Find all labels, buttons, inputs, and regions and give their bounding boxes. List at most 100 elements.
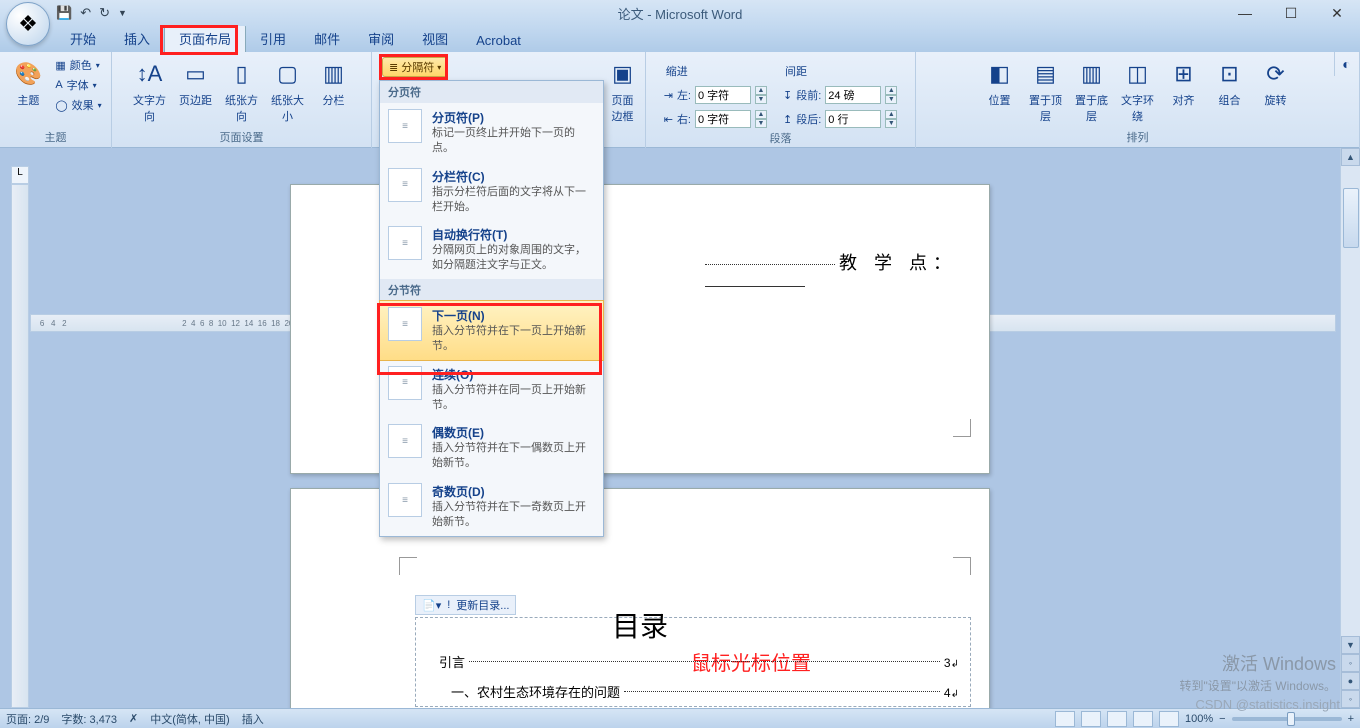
- dd-item[interactable]: ≡下一页(N)插入分节符并在下一页上开始新节。: [379, 300, 604, 361]
- indent-left-spinner[interactable]: ▲▼: [755, 86, 767, 104]
- dd-item[interactable]: ≡分页符(P)标记一页终止并开始下一页的点。: [380, 103, 603, 162]
- margins-icon: ▭: [180, 58, 212, 90]
- dd-item-desc: 插入分节符并在下一页上开始新节。: [432, 324, 595, 354]
- scroll-thumb[interactable]: [1343, 188, 1359, 248]
- margins-btn[interactable]: ▭页边距: [175, 56, 217, 110]
- tab-page-layout[interactable]: 页面布局: [164, 24, 246, 52]
- indent-left-input[interactable]: [695, 86, 751, 104]
- tab-selector[interactable]: L: [11, 166, 29, 184]
- office-icon: ❖: [18, 11, 38, 37]
- status-page[interactable]: 页面: 2/9: [6, 711, 49, 727]
- dd-item-title: 分栏符(C): [432, 168, 595, 185]
- text-direction-btn[interactable]: ↕A文字方向: [129, 56, 171, 126]
- tab-acrobat[interactable]: Acrobat: [462, 29, 535, 52]
- tab-insert[interactable]: 插入: [110, 25, 164, 52]
- theme-effects-btn[interactable]: ◯效果▾: [53, 96, 103, 114]
- zoom-level[interactable]: 100%: [1185, 713, 1213, 725]
- dd-item[interactable]: ≡奇数页(D)插入分节符并在下一奇数页上开始新节。: [380, 477, 603, 536]
- space-before-icon: ↧: [783, 89, 792, 102]
- breaks-button[interactable]: ≣分隔符▾: [382, 57, 448, 77]
- undo-icon[interactable]: ↶: [80, 5, 91, 21]
- columns-btn[interactable]: ▥分栏: [313, 56, 355, 110]
- align-btn[interactable]: ⊞对齐: [1163, 56, 1205, 110]
- themes-button[interactable]: 🎨主题: [7, 56, 49, 110]
- group-arrange-label: 排列: [922, 127, 1353, 148]
- status-mode[interactable]: 插入: [242, 711, 264, 727]
- scroll-down-btn[interactable]: ▼: [1341, 636, 1360, 654]
- tab-home[interactable]: 开始: [56, 25, 110, 52]
- dd-item-desc: 分隔网页上的对象周围的文字，如分隔题注文字与正文。: [432, 243, 595, 273]
- dd-item[interactable]: ≡偶数页(E)插入分节符并在下一偶数页上开始新节。: [380, 418, 603, 477]
- redo-icon[interactable]: ↻: [99, 5, 110, 21]
- tab-references[interactable]: 引用: [246, 25, 300, 52]
- position-label: 位置: [989, 92, 1011, 108]
- dd-item[interactable]: ≡自动换行符(T)分隔网页上的对象周围的文字，如分隔题注文字与正文。: [380, 220, 603, 279]
- dd-item-title: 分页符(P): [432, 109, 595, 126]
- bring-front-btn[interactable]: ▤置于顶层: [1025, 56, 1067, 126]
- minimize-button[interactable]: —: [1222, 0, 1268, 26]
- status-words[interactable]: 字数: 3,473: [61, 711, 117, 727]
- zoom-out-btn[interactable]: −: [1219, 713, 1225, 725]
- breaks-icon: ≣: [389, 61, 398, 74]
- scroll-up-btn[interactable]: ▲: [1341, 148, 1360, 166]
- office-button[interactable]: ❖: [6, 2, 50, 46]
- zoom-in-btn[interactable]: +: [1348, 713, 1354, 725]
- prev-page-btn[interactable]: ◦: [1341, 654, 1360, 672]
- next-page-btn[interactable]: ◦: [1341, 690, 1360, 708]
- dd-item-title: 偶数页(E): [432, 424, 595, 441]
- themes-icon: 🎨: [12, 58, 44, 90]
- vertical-ruler[interactable]: [11, 184, 29, 708]
- position-btn[interactable]: ◧ 位置: [979, 56, 1021, 110]
- doc-icon: 📄▾: [422, 599, 441, 612]
- status-bar: 页面: 2/9 字数: 3,473 ✗ 中文(简体, 中国) 插入 100% −…: [0, 708, 1360, 728]
- qat-dropdown-icon[interactable]: ▼: [118, 8, 127, 18]
- page-border-btn[interactable]: ▣页面 边框: [602, 56, 644, 126]
- close-button[interactable]: ✕: [1314, 0, 1360, 26]
- group-arrange: ◧ 位置 ▤置于顶层 ▥置于底层 ◫文字环绕 ⊞对齐 ⊡组合 ⟳旋转 排列: [916, 52, 1360, 148]
- maximize-button[interactable]: ☐: [1268, 0, 1314, 26]
- size-icon: ▢: [272, 58, 304, 90]
- draft-view-btn[interactable]: [1159, 711, 1179, 727]
- outline-view-btn[interactable]: [1133, 711, 1153, 727]
- spacing-header: 间距: [783, 62, 897, 80]
- toc-entry-2: 一、农村生态环境存在的问题4↲: [451, 682, 959, 701]
- web-view-btn[interactable]: [1107, 711, 1127, 727]
- space-before-spinner[interactable]: ▲▼: [885, 86, 897, 104]
- group-btn[interactable]: ⊡组合: [1209, 56, 1251, 110]
- position-icon: ◧: [984, 58, 1016, 90]
- tab-view[interactable]: 视图: [408, 25, 462, 52]
- group-page-setup: ↕A文字方向 ▭页边距 ▯纸张方向 ▢纸张大小 ▥分栏 页面设置: [112, 52, 372, 148]
- space-after-input[interactable]: [825, 110, 881, 128]
- fullscreen-view-btn[interactable]: [1081, 711, 1101, 727]
- print-layout-view-btn[interactable]: [1055, 711, 1075, 727]
- dd-item[interactable]: ≡连续(O)插入分节符并在同一页上开始新节。: [380, 360, 603, 419]
- size-btn[interactable]: ▢纸张大小: [267, 56, 309, 126]
- theme-fonts-btn[interactable]: A字体▾: [53, 76, 103, 94]
- send-back-btn[interactable]: ▥置于底层: [1071, 56, 1113, 126]
- tab-mailings[interactable]: 邮件: [300, 25, 354, 52]
- rotate-label: 旋转: [1265, 92, 1287, 108]
- dd-item[interactable]: ≡分栏符(C)指示分栏符后面的文字将从下一栏开始。: [380, 162, 603, 221]
- zoom-thumb[interactable]: [1287, 712, 1295, 726]
- space-after-spinner[interactable]: ▲▼: [885, 110, 897, 128]
- toc-smart-tag[interactable]: 📄▾!更新目录...: [415, 595, 516, 615]
- tab-review[interactable]: 审阅: [354, 25, 408, 52]
- save-icon[interactable]: 💾: [56, 5, 72, 21]
- theme-colors-btn[interactable]: ▦颜色▾: [53, 56, 103, 74]
- indent-right-input[interactable]: [695, 110, 751, 128]
- zoom-slider[interactable]: [1232, 717, 1342, 721]
- text-wrap-btn[interactable]: ◫文字环绕: [1117, 56, 1159, 126]
- orientation-btn[interactable]: ▯纸张方向: [221, 56, 263, 126]
- status-lang[interactable]: 中文(简体, 中国): [150, 711, 229, 727]
- vertical-scrollbar[interactable]: ▲ ▼ ◦ ● ◦: [1340, 148, 1360, 708]
- help-button[interactable]: ◐: [1334, 52, 1358, 76]
- browse-object-btn[interactable]: ●: [1341, 672, 1360, 690]
- rotate-btn[interactable]: ⟳旋转: [1255, 56, 1297, 110]
- space-before-input[interactable]: [825, 86, 881, 104]
- indent-right-spinner[interactable]: ▲▼: [755, 110, 767, 128]
- watermark-activate: 激活 Windows: [1222, 650, 1336, 676]
- watermark-csdn: CSDN @statistics.insight: [1195, 697, 1340, 712]
- spellcheck-icon[interactable]: ✗: [129, 712, 138, 725]
- quick-access-toolbar: 💾 ↶ ↻ ▼: [56, 5, 127, 21]
- refresh-icon: !: [447, 599, 450, 611]
